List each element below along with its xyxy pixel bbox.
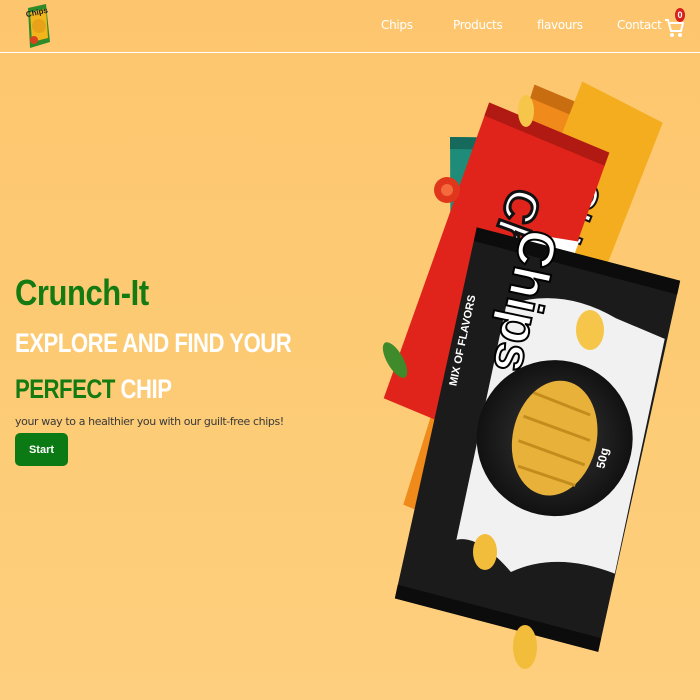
chip-decoration <box>513 625 537 669</box>
nav-link-chips[interactable]: Chips <box>381 18 413 32</box>
headline-line-2: PERFECT CHIP <box>15 374 172 405</box>
chips-logo-icon[interactable]: Chips <box>22 2 52 50</box>
start-button[interactable]: Start <box>15 433 68 466</box>
headline-highlight: PERFECT <box>15 374 115 404</box>
nav-link-flavours[interactable]: flavours <box>537 18 583 32</box>
page: Chips Chips Products flavours Contact 0 … <box>0 0 700 700</box>
headline-rest: CHIP <box>114 374 172 404</box>
brand-title: Crunch-It <box>15 272 149 313</box>
headline-line-1: EXPLORE AND FIND YOUR <box>15 328 292 358</box>
cart-button[interactable]: 0 <box>664 8 688 38</box>
cart-count-badge: 0 <box>675 8 685 22</box>
hero-tagline: your way to a healthier you with our gui… <box>15 415 284 428</box>
navbar: Chips Chips Products flavours Contact 0 <box>0 0 700 53</box>
nav-link-products[interactable]: Products <box>453 18 503 32</box>
nav-link-contact[interactable]: Contact <box>617 18 662 32</box>
chips-bags-image: Chi Chips Chips MIX <box>382 81 681 669</box>
